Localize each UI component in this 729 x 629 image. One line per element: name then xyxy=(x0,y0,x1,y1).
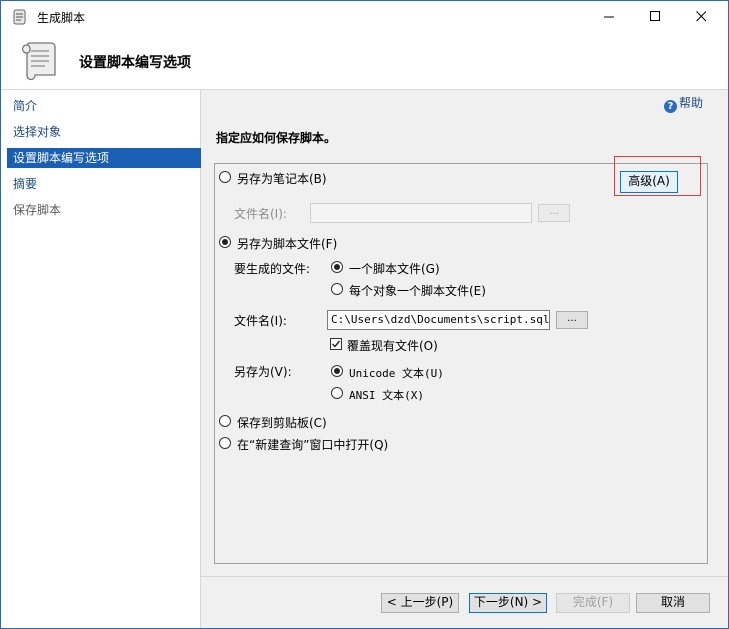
maximize-button[interactable] xyxy=(632,1,678,31)
script-scroll-icon xyxy=(21,42,56,81)
ansi-label: ANSI 文本(X) xyxy=(349,389,424,402)
generate-scripts-window: 生成脚本 设置脚本编写选项 简介 选择对象 设置脚本编写选项 摘要 保存脚本 ?… xyxy=(0,0,729,629)
wizard-steps-sidebar: 简介 选择对象 设置脚本编写选项 摘要 保存脚本 xyxy=(1,90,203,628)
page-header: 设置脚本编写选项 xyxy=(1,31,728,90)
ansi-radio[interactable] xyxy=(331,387,343,399)
minimize-icon xyxy=(603,16,614,18)
cancel-button[interactable]: 取消 xyxy=(636,593,710,613)
notebook-filename-input[interactable] xyxy=(310,203,532,223)
instruction-text: 指定应如何保存脚本。 xyxy=(216,131,337,145)
overwrite-checkbox[interactable] xyxy=(330,338,342,350)
save-notebook-radio[interactable] xyxy=(219,171,231,183)
footer-divider xyxy=(201,576,728,577)
sidebar-item-save-scripts: 保存脚本 xyxy=(13,203,62,217)
main-panel: ? 帮助 指定应如何保存脚本。 另存为笔记本(B) 高级(A) 文件名(I): .… xyxy=(201,90,728,628)
open-new-query-radio[interactable] xyxy=(219,437,231,449)
page-title: 设置脚本编写选项 xyxy=(79,55,191,71)
help-label: 帮助 xyxy=(679,96,704,110)
script-scroll-icon xyxy=(13,9,26,25)
overwrite-label: 覆盖现有文件(O) xyxy=(347,339,438,353)
unicode-radio[interactable] xyxy=(331,365,343,377)
save-script-file-radio[interactable] xyxy=(219,236,231,248)
open-new-query-label: 在“新建查询”窗口中打开(Q) xyxy=(237,438,389,452)
title-bar: 生成脚本 xyxy=(1,1,728,31)
save-clipboard-radio[interactable] xyxy=(219,415,231,427)
previous-button[interactable]: < 上一步(P) xyxy=(381,593,459,613)
close-icon xyxy=(695,11,706,22)
advanced-button[interactable]: 高级(A) xyxy=(620,171,678,193)
sidebar-item-summary[interactable]: 摘要 xyxy=(9,174,201,194)
help-icon: ? xyxy=(664,100,677,113)
next-button[interactable]: 下一步(N) > xyxy=(469,593,547,613)
sidebar-item-intro[interactable]: 简介 xyxy=(9,96,201,116)
script-filename-input[interactable]: C:\Users\dzd\Documents\script.sql xyxy=(327,310,550,330)
single-file-radio[interactable] xyxy=(331,261,343,273)
files-to-generate-label: 要生成的文件: xyxy=(234,262,311,276)
minimize-button[interactable] xyxy=(586,1,632,31)
checkmark-icon xyxy=(332,340,341,348)
close-button[interactable] xyxy=(678,1,724,31)
help-link[interactable]: ? 帮助 xyxy=(664,94,703,113)
single-file-label: 一个脚本文件(G) xyxy=(349,262,440,276)
notebook-filename-label: 文件名(I): xyxy=(234,207,287,221)
script-filename-label: 文件名(I): xyxy=(234,314,287,328)
save-as-encoding-label: 另存为(V): xyxy=(234,365,292,379)
script-browse-button[interactable]: ... xyxy=(556,311,588,329)
unicode-label: Unicode 文本(U) xyxy=(349,367,444,380)
maximize-icon xyxy=(649,11,660,21)
notebook-browse-button[interactable]: ... xyxy=(538,204,570,222)
finish-button[interactable]: 完成(F) xyxy=(556,593,630,613)
per-object-file-label: 每个对象一个脚本文件(E) xyxy=(349,284,486,298)
window-title: 生成脚本 xyxy=(37,11,86,25)
per-object-file-radio[interactable] xyxy=(331,283,343,295)
sidebar-item-scripting-options[interactable]: 设置脚本编写选项 xyxy=(7,148,203,168)
sidebar-item-choose-objects[interactable]: 选择对象 xyxy=(9,122,201,142)
save-notebook-label: 另存为笔记本(B) xyxy=(237,172,327,186)
save-script-file-label: 另存为脚本文件(F) xyxy=(237,237,338,251)
save-clipboard-label: 保存到剪贴板(C) xyxy=(237,416,327,430)
